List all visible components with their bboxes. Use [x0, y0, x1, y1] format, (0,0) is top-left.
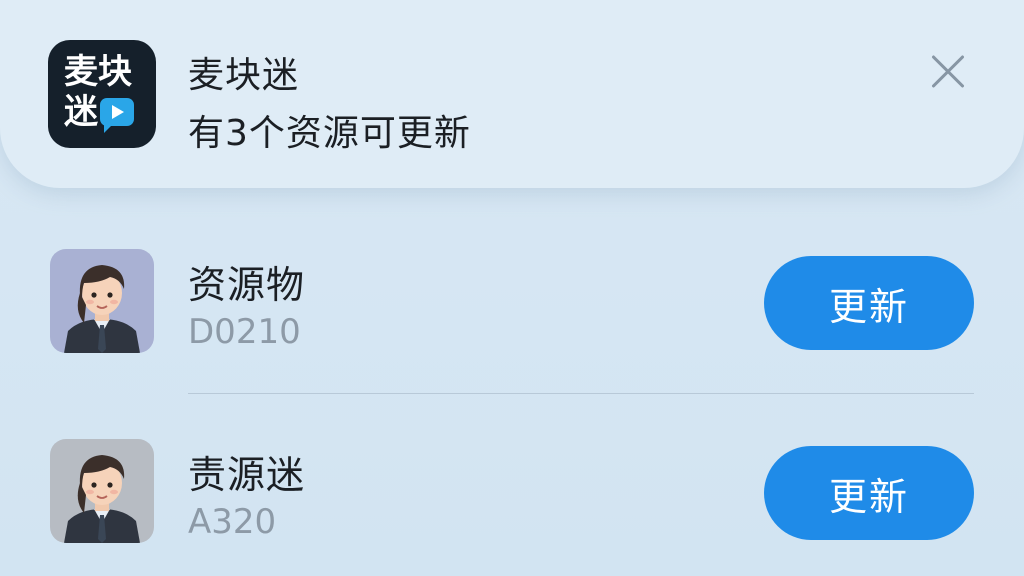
notification-subtitle: 有3个资源可更新: [188, 113, 471, 154]
notification-title: 麦块迷: [188, 55, 300, 96]
app-icon-text-line1: 麦块: [64, 52, 132, 92]
person-avatar: [50, 439, 154, 543]
list-item: 资源物 D0210 更新: [0, 244, 1024, 364]
resource-version: D0210: [188, 312, 301, 352]
update-button[interactable]: 更新: [764, 256, 974, 350]
divider: [188, 393, 974, 394]
resource-name: 资源物: [188, 263, 306, 307]
resource-version: A320: [188, 502, 277, 542]
play-bubble-icon: [100, 98, 134, 133]
app-icon-text-line2: 迷: [64, 92, 98, 132]
update-notification-card[interactable]: 麦块 迷 麦块迷 有3个资源可更新: [0, 0, 1024, 188]
resource-name: 责源迷: [188, 453, 306, 497]
close-icon[interactable]: [924, 48, 972, 96]
app-icon: 麦块 迷: [48, 40, 156, 148]
app-screen: 麦块 迷 麦块迷 有3个资源可更新 资源物 D0210 更新 责源迷 A320 …: [0, 0, 1024, 576]
update-button[interactable]: 更新: [764, 446, 974, 540]
list-item: 责源迷 A320 更新: [0, 434, 1024, 554]
person-avatar: [50, 249, 154, 353]
